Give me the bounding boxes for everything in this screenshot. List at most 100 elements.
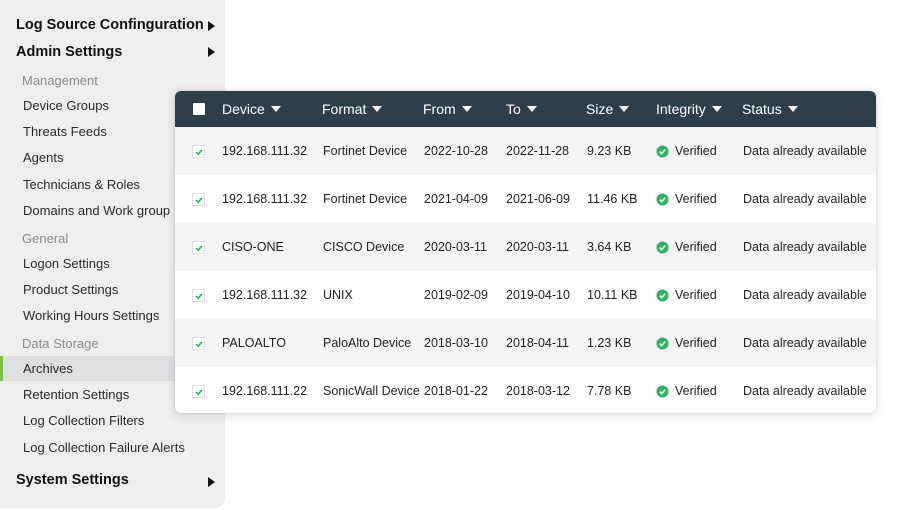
row-checkbox[interactable] xyxy=(192,337,205,350)
row-checkbox[interactable] xyxy=(192,241,205,254)
cell-format: SonicWall Device xyxy=(323,384,420,398)
cell-to: 2019-04-10 xyxy=(506,288,570,302)
cell-integrity: Verified xyxy=(675,240,717,254)
row-checkbox[interactable] xyxy=(192,385,205,398)
cell-status: Data already available xyxy=(743,336,867,350)
cell-to: 2022-11-28 xyxy=(506,144,570,158)
sidebar-group-general: General xyxy=(22,231,69,246)
caret-right-icon[interactable] xyxy=(208,477,215,487)
check-icon xyxy=(195,245,203,252)
sidebar-item-logon-settings[interactable]: Logon Settings xyxy=(23,256,110,271)
sort-caret-icon[interactable] xyxy=(711,106,722,112)
cell-size: 10.11 KB xyxy=(587,288,638,302)
column-header-format[interactable]: Format xyxy=(322,101,383,117)
cell-device: 192.168.111.22 xyxy=(222,384,308,398)
cell-from: 2019-02-09 xyxy=(424,288,488,302)
row-checkbox[interactable] xyxy=(192,289,205,302)
cell-from: 2021-04-09 xyxy=(424,192,488,206)
cell-integrity: Verified xyxy=(675,192,717,206)
sidebar-group-management: Management xyxy=(22,73,98,88)
cell-to: 2021-06-09 xyxy=(506,192,570,206)
cell-device: PALOALTO xyxy=(222,336,286,350)
cell-size: 1.23 KB xyxy=(587,336,632,350)
sort-caret-icon[interactable] xyxy=(372,106,383,112)
row-checkbox[interactable] xyxy=(192,193,205,206)
sidebar-item-product-settings[interactable]: Product Settings xyxy=(23,282,118,297)
cell-format: UNIX xyxy=(323,288,353,302)
sort-caret-icon[interactable] xyxy=(270,106,281,112)
cell-format: PaloAlto Device xyxy=(323,336,412,350)
sidebar-active-indicator xyxy=(0,356,3,381)
select-all-checkbox[interactable] xyxy=(193,103,205,115)
column-header-to[interactable]: To xyxy=(506,101,537,117)
cell-to: 2018-04-11 xyxy=(506,336,570,350)
sidebar-item-archives[interactable]: Archives xyxy=(23,361,73,376)
column-header-from[interactable]: From xyxy=(423,101,472,117)
sidebar-item-threats-feeds[interactable]: Threats Feeds xyxy=(23,124,107,139)
cell-size: 3.64 KB xyxy=(587,240,632,254)
verified-check-circle-icon xyxy=(656,289,669,302)
cell-integrity: Verified xyxy=(675,144,717,158)
cell-from: 2022-10-28 xyxy=(424,144,488,158)
check-icon xyxy=(195,341,203,348)
table-header: Device Format From To Size Integrity Sta… xyxy=(175,91,876,127)
table-row[interactable]: 192.168.111.32 UNIX 2019-02-09 2019-04-10 10… xyxy=(175,271,876,319)
column-header-device[interactable]: Device xyxy=(222,101,281,117)
cell-format: CISCO Device xyxy=(323,240,405,254)
cell-size: 11.46 KB xyxy=(587,192,638,206)
verified-check-circle-icon xyxy=(656,145,669,158)
check-icon xyxy=(195,293,203,300)
sidebar-section-admin-settings[interactable]: Admin Settings xyxy=(16,44,122,60)
cell-to: 2020-03-11 xyxy=(506,240,570,254)
verified-check-circle-icon xyxy=(656,241,669,254)
column-header-status[interactable]: Status xyxy=(742,101,798,117)
cell-integrity: Verified xyxy=(675,288,717,302)
sidebar-section-system-settings[interactable]: System Settings xyxy=(16,472,129,488)
cell-status: Data already available xyxy=(743,144,867,158)
verified-check-circle-icon xyxy=(656,385,669,398)
cell-from: 2018-03-10 xyxy=(424,336,488,350)
verified-check-circle-icon xyxy=(656,193,669,206)
cell-device: 192.168.111.32 xyxy=(222,288,308,302)
table-row[interactable]: 192.168.111.32 Fortinet Device 2021-04-09 2… xyxy=(175,175,876,223)
sidebar-section-log-source-configuration[interactable]: Log Source Confinguration xyxy=(16,17,204,33)
sidebar-item-log-collection-filters[interactable]: Log Collection Filters xyxy=(23,413,144,428)
sort-caret-icon[interactable] xyxy=(461,106,472,112)
sidebar-item-agents[interactable]: Agents xyxy=(23,150,63,165)
caret-right-icon[interactable] xyxy=(208,21,215,31)
cell-size: 9.23 KB xyxy=(587,144,632,158)
cell-format: Fortinet Device xyxy=(323,144,408,158)
sort-caret-icon[interactable] xyxy=(526,106,537,112)
sidebar-item-technicians-roles[interactable]: Technicians & Roles xyxy=(23,177,140,192)
cell-integrity: Verified xyxy=(675,336,717,350)
check-icon xyxy=(195,149,203,156)
sort-caret-icon[interactable] xyxy=(619,106,630,112)
table-row[interactable]: 192.168.111.32 Fortinet Device 2022-10-28 2… xyxy=(175,127,876,175)
cell-format: Fortinet Device xyxy=(323,192,408,206)
cell-device: 192.168.111.32 xyxy=(222,144,308,158)
sidebar-item-log-collection-failure-alerts[interactable]: Log Collection Failure Alerts xyxy=(23,440,185,455)
cell-device: 192.168.111.32 xyxy=(222,192,308,206)
table-row[interactable]: CISO-ONE CISCO Device 2020-03-11 2020-03-11… xyxy=(175,223,876,271)
sort-caret-icon[interactable] xyxy=(787,106,798,112)
cell-status: Data already available xyxy=(743,192,867,206)
check-icon xyxy=(195,197,203,204)
cell-size: 7.78 KB xyxy=(587,384,632,398)
cell-device: CISO-ONE xyxy=(222,240,284,254)
verified-check-circle-icon xyxy=(656,337,669,350)
caret-right-icon[interactable] xyxy=(208,47,215,57)
cell-status: Data already available xyxy=(743,288,867,302)
cell-status: Data already available xyxy=(743,240,867,254)
row-checkbox[interactable] xyxy=(192,145,205,158)
sidebar-item-domains-work-group[interactable]: Domains and Work group xyxy=(23,203,170,218)
sidebar-item-retention-settings[interactable]: Retention Settings xyxy=(23,387,129,402)
table-row[interactable]: PALOALTO PaloAlto Device 2018-03-10 2018-04… xyxy=(175,319,876,367)
sidebar-item-device-groups[interactable]: Device Groups xyxy=(23,98,109,113)
archives-table: Device Format From To Size Integrity Sta… xyxy=(175,91,876,413)
table-row[interactable]: 192.168.111.22 SonicWall Device 2018-01-22… xyxy=(175,367,876,413)
sidebar-item-working-hours-settings[interactable]: Working Hours Settings xyxy=(23,308,159,323)
column-header-integrity[interactable]: Integrity xyxy=(656,101,722,117)
sidebar-group-data-storage: Data Storage xyxy=(22,336,99,351)
cell-integrity: Verified xyxy=(675,384,717,398)
column-header-size[interactable]: Size xyxy=(586,101,630,117)
